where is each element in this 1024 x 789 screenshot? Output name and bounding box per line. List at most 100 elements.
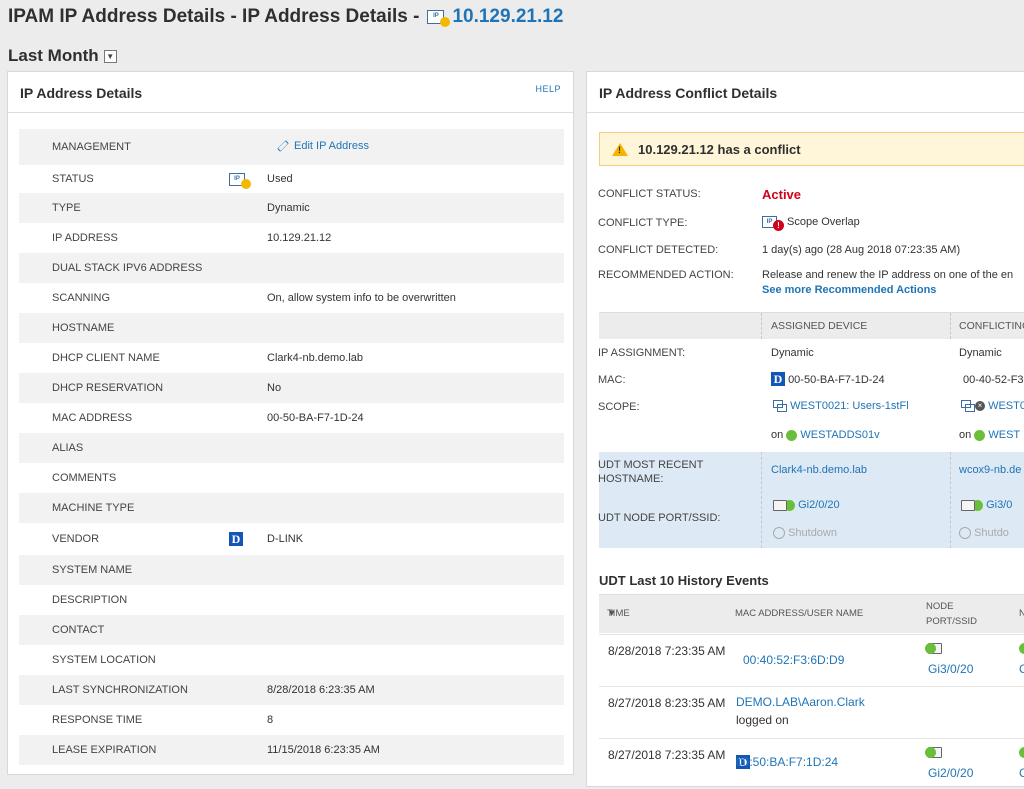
detail-row: COMMENTS <box>19 463 564 493</box>
detail-value: 00-50-BA-F7-1D-24 <box>267 412 364 424</box>
conflict-status-value: Active <box>762 187 802 202</box>
detail-row: MACHINE TYPE <box>19 493 564 523</box>
ip-used-icon: IP <box>229 172 251 189</box>
edit-ip-address-link[interactable]: Edit IP Address <box>277 140 369 152</box>
detail-row: MAC ADDRESS 00-50-BA-F7-1D-24 <box>19 403 564 433</box>
conflict-banner: 10.129.21.12 has a conflict <box>599 132 1024 166</box>
detail-label: SYSTEM NAME <box>52 564 133 576</box>
history-port[interactable]: Gi2/0/20 <box>928 766 973 780</box>
detail-label: HOSTNAME <box>52 322 115 334</box>
col-node: NODE <box>926 601 954 612</box>
detail-value: Clark4-nb.demo.lab <box>267 352 363 364</box>
conflict-type-label: CONFLICT TYPE: <box>598 217 688 229</box>
detail-label: SCANNING <box>52 292 111 304</box>
table-row: 8/28/2018 7:23:35 AM 00:40:52:F3:6D:D9 G… <box>599 634 1024 687</box>
history-user[interactable]: DEMO.LAB\Aaron.Clark <box>736 695 865 709</box>
udt-port-assigned[interactable]: Gi2/0/20 <box>773 499 840 511</box>
detail-row: MANAGEMENT Edit IP Address <box>19 129 564 165</box>
udt-hostname-assigned[interactable]: Clark4-nb.demo.lab <box>771 464 867 476</box>
detail-label: TYPE <box>52 202 81 214</box>
conflict-details-panel: IP Address Conflict Details 10.129.21.12… <box>586 71 1024 787</box>
detail-label: DHCP RESERVATION <box>52 382 164 394</box>
timeframe-selector[interactable]: Last Month ▼ <box>8 46 117 66</box>
panel-title: IP Address Conflict Details <box>599 85 778 101</box>
detail-label: ALIAS <box>52 442 84 454</box>
udt-port-label: UDT NODE PORT/SSID: <box>598 512 721 524</box>
detail-value: 8 <box>267 714 274 726</box>
detail-row: ALIAS <box>19 433 564 463</box>
detail-row: DHCP RESERVATION No <box>19 373 564 403</box>
detail-label: CONTACT <box>52 624 105 636</box>
history-time: 8/27/2018 8:23:35 AM <box>608 696 726 710</box>
history-port[interactable]: Gi3/0/20 <box>928 662 973 676</box>
detail-value: 8/28/2018 6:23:35 AM <box>267 684 375 696</box>
detail-row: VENDOR D D-LINK <box>19 523 564 555</box>
error-icon: × <box>975 401 985 412</box>
ip-assignment-label: IP ASSIGNMENT: <box>598 347 686 359</box>
udt-port-conflicting[interactable]: Gi3/0 <box>961 499 1012 511</box>
udt-hostname-conflicting[interactable]: wcox9-nb.de <box>959 464 1021 476</box>
scope-icon <box>773 400 787 413</box>
detail-row: TYPE Dynamic <box>19 193 564 223</box>
history-extra[interactable]: C <box>1019 766 1024 780</box>
page-title: IPAM IP Address Details - IP Address Det… <box>8 6 563 28</box>
edit-icon <box>277 139 289 152</box>
dhcp-server-conflicting[interactable]: on WEST <box>959 429 1020 441</box>
detail-label: MACHINE TYPE <box>52 502 135 514</box>
detail-label: RESPONSE TIME <box>52 714 143 726</box>
history-extra[interactable]: C <box>1019 662 1024 676</box>
panel-header: IP Address Conflict Details <box>587 72 1024 113</box>
status-up-icon <box>1019 643 1024 654</box>
comparison-table-header: ASSIGNED DEVICE CONFLICTING <box>599 312 1024 339</box>
status-up-icon <box>974 429 986 441</box>
detail-icon-cell: IP <box>229 172 267 189</box>
ip-details-panel: IP Address Details HELP MANAGEMENT Edit I… <box>7 71 574 775</box>
col-conflicting: CONFLICTING <box>959 320 1024 332</box>
udt-hostname-label: UDT MOST RECENT HOSTNAME: <box>598 459 704 485</box>
conflict-status-label: CONFLICT STATUS: <box>598 188 701 200</box>
sort-desc-icon: ▼ <box>607 608 617 619</box>
mac-label: MAC: <box>598 374 626 386</box>
table-row: 8/27/2018 8:23:35 AM DEMO.LAB\Aaron.Clar… <box>599 686 1024 739</box>
detail-value: No <box>267 382 282 394</box>
shutdown-assigned: Shutdown <box>773 527 837 540</box>
detail-row: IP ADDRESS 10.129.21.12 <box>19 223 564 253</box>
warning-icon <box>612 142 628 156</box>
detail-row: LAST SYNCHRONIZATION 8/28/2018 6:23:35 AM <box>19 675 564 705</box>
see-more-actions-link[interactable]: See more Recommended Actions <box>762 284 936 296</box>
help-link[interactable]: HELP <box>535 84 561 94</box>
detail-row: DHCP CLIENT NAME Clark4-nb.demo.lab <box>19 343 564 373</box>
detail-label: DHCP CLIENT NAME <box>52 352 160 364</box>
details-table: MANAGEMENT Edit IP Address STATUS IP Used TYP… <box>19 129 564 765</box>
timeframe-label: Last Month <box>8 46 99 65</box>
history-title: UDT Last 10 History Events <box>599 573 769 588</box>
scope-conflicting[interactable]: × WEST0 <box>961 400 1024 413</box>
panel-title: IP Address Details <box>20 85 143 101</box>
conflict-detected-value: 1 day(s) ago (28 Aug 2018 07:23:35 AM) <box>762 244 961 256</box>
port-icon <box>961 499 975 511</box>
dhcp-server-assigned[interactable]: on WESTADDS01v <box>771 429 880 441</box>
detail-value: 10.129.21.12 <box>267 232 332 244</box>
detail-value: Used <box>267 173 293 185</box>
conflict-detected-label: CONFLICT DETECTED: <box>598 244 719 256</box>
detail-label: IP ADDRESS <box>52 232 118 244</box>
detail-value: On, allow system info to be overwritten <box>267 292 456 304</box>
table-row: 8/27/2018 7:23:35 AM D 00:50:BA:F7:1D:24… <box>599 738 1024 789</box>
history-table-header: TIME ▼ MAC ADDRESS/USER NAME NODE PORT/S… <box>599 594 1024 633</box>
detail-label: LAST SYNCHRONIZATION <box>52 684 188 696</box>
conflict-banner-text: 10.129.21.12 has a conflict <box>638 141 801 157</box>
ip-assignment-conflicting: Dynamic <box>959 347 1002 359</box>
ip-conflict-icon: IP <box>762 216 784 232</box>
status-up-icon <box>1019 747 1024 758</box>
dlink-icon: D <box>771 372 785 386</box>
history-mac[interactable]: 00:40:52:F3:6D:D9 <box>743 653 844 667</box>
detail-value: D-LINK <box>267 533 304 545</box>
detail-label: COMMENTS <box>52 472 117 484</box>
dlink-icon: D <box>229 532 243 546</box>
detail-label: MANAGEMENT <box>52 141 131 153</box>
col-assigned-device: ASSIGNED DEVICE <box>771 320 868 332</box>
chevron-down-icon[interactable]: ▼ <box>103 49 117 63</box>
col-port: PORT/SSID <box>926 616 978 627</box>
history-time: 8/27/2018 7:23:35 AM <box>608 748 726 762</box>
scope-assigned[interactable]: WEST0021: Users-1stFl <box>773 400 909 413</box>
